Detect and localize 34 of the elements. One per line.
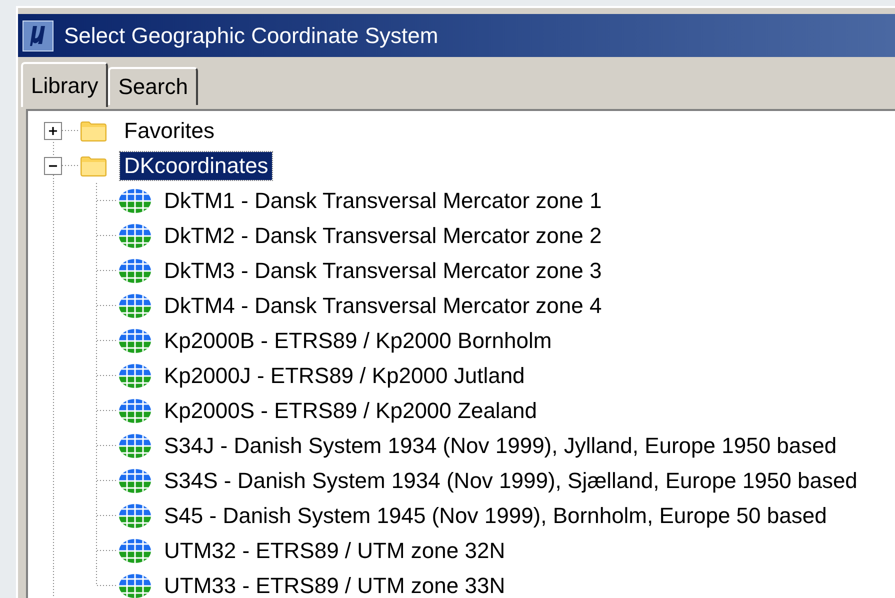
globe-icon (118, 398, 152, 424)
tree-item[interactable]: UTM32 - ETRS89 / UTM zone 32N (160, 536, 510, 564)
tree-item[interactable]: DkTM2 - Dansk Transversal Mercator zone 2 (160, 222, 606, 250)
globe-icon (118, 362, 152, 388)
tree-item[interactable]: DkTM1 - Dansk Transversal Mercator zone 1 (160, 186, 606, 214)
tree-item[interactable]: S34S - Danish System 1934 (Nov 1999), Sjælland, Europe 1950 based (160, 466, 862, 494)
folder-icon (80, 120, 107, 142)
globe-icon (118, 468, 152, 494)
app-icon (22, 20, 54, 52)
tree-item[interactable]: S45 - Danish System 1945 (Nov 1999), Bornholm, Europe 50 based (160, 502, 831, 530)
expand-toggle[interactable] (44, 157, 62, 175)
plus-icon (47, 125, 59, 137)
tab[interactable]: Search (108, 67, 198, 105)
tree-item[interactable]: Kp2000J - ETRS89 / Kp2000 Jutland (160, 362, 529, 390)
tree-item[interactable]: Favorites (120, 116, 218, 144)
tree-item[interactable]: DkTM3 - Dansk Transversal Mercator zone 3 (160, 256, 606, 284)
globe-icon (118, 328, 152, 354)
globe-icon (118, 258, 152, 284)
window-title: Select Geographic Coordinate System (64, 22, 438, 48)
globe-icon (118, 222, 152, 248)
tree-item[interactable]: DkTM4 - Dansk Transversal Mercator zone 4 (160, 292, 606, 320)
tree-item[interactable]: UTM33 - ETRS89 / UTM zone 33N (160, 572, 510, 598)
expand-toggle[interactable] (44, 122, 62, 140)
folder-icon (80, 154, 107, 176)
tab[interactable]: Library (21, 62, 108, 107)
globe-icon (118, 188, 152, 214)
globe-icon (118, 502, 152, 528)
tree-item[interactable]: Kp2000S - ETRS89 / Kp2000 Zealand (160, 396, 542, 424)
tree-item[interactable]: S34J - Danish System 1934 (Nov 1999), Jylland, Europe 1950 based (160, 432, 841, 460)
tree-item[interactable]: DKcoordinates (120, 152, 272, 180)
globe-icon (118, 292, 152, 318)
globe-icon (118, 538, 152, 564)
tree-item[interactable]: Kp2000B - ETRS89 / Kp2000 Bornholm (160, 326, 556, 354)
globe-icon (118, 432, 152, 458)
